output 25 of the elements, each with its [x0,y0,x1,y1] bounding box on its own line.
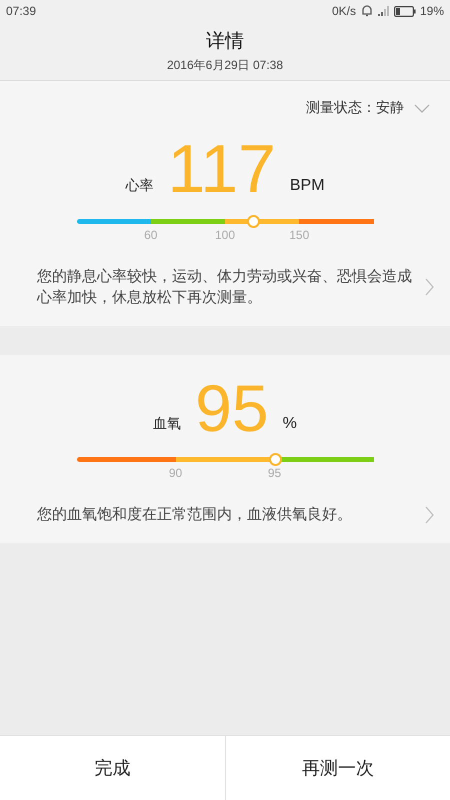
network-speed: 0K/s [332,4,356,18]
advice-text: 您的静息心率较快，运动、体力劳动或兴奋、恐惧会造成心率加快，休息放松下再次测量。 [37,266,413,308]
battery-percent: 19% [420,4,444,18]
tick-label: 95 [268,466,282,480]
battery-icon [394,6,416,16]
measurement-date: 2016年6月29日 07:38 [166,57,284,74]
signal-icon [378,6,390,16]
page-title: 详情 [206,29,244,54]
bell-icon [360,4,374,18]
advice-text: 您的血氧饱和度在正常范围内，血液供氧良好。 [37,504,353,525]
chevron-right-icon[interactable] [425,506,434,524]
tick-label: 150 [289,228,310,242]
measurement-status-dropdown[interactable]: 测量状态：安静 [306,99,404,117]
metric-label: 血氧 [153,415,182,433]
metric-unit: % [282,415,297,433]
metric-label: 心率 [125,177,154,195]
metric-value: 95 [195,375,269,441]
clock: 07:39 [6,4,36,18]
metric-value: 117 [167,135,276,203]
metric-unit: BPM [290,177,325,195]
chevron-right-icon[interactable] [425,278,434,296]
tick-label: 90 [168,466,182,480]
tick-label: 60 [144,228,158,242]
chevron-down-icon [414,104,430,112]
tick-label: 100 [214,228,236,242]
